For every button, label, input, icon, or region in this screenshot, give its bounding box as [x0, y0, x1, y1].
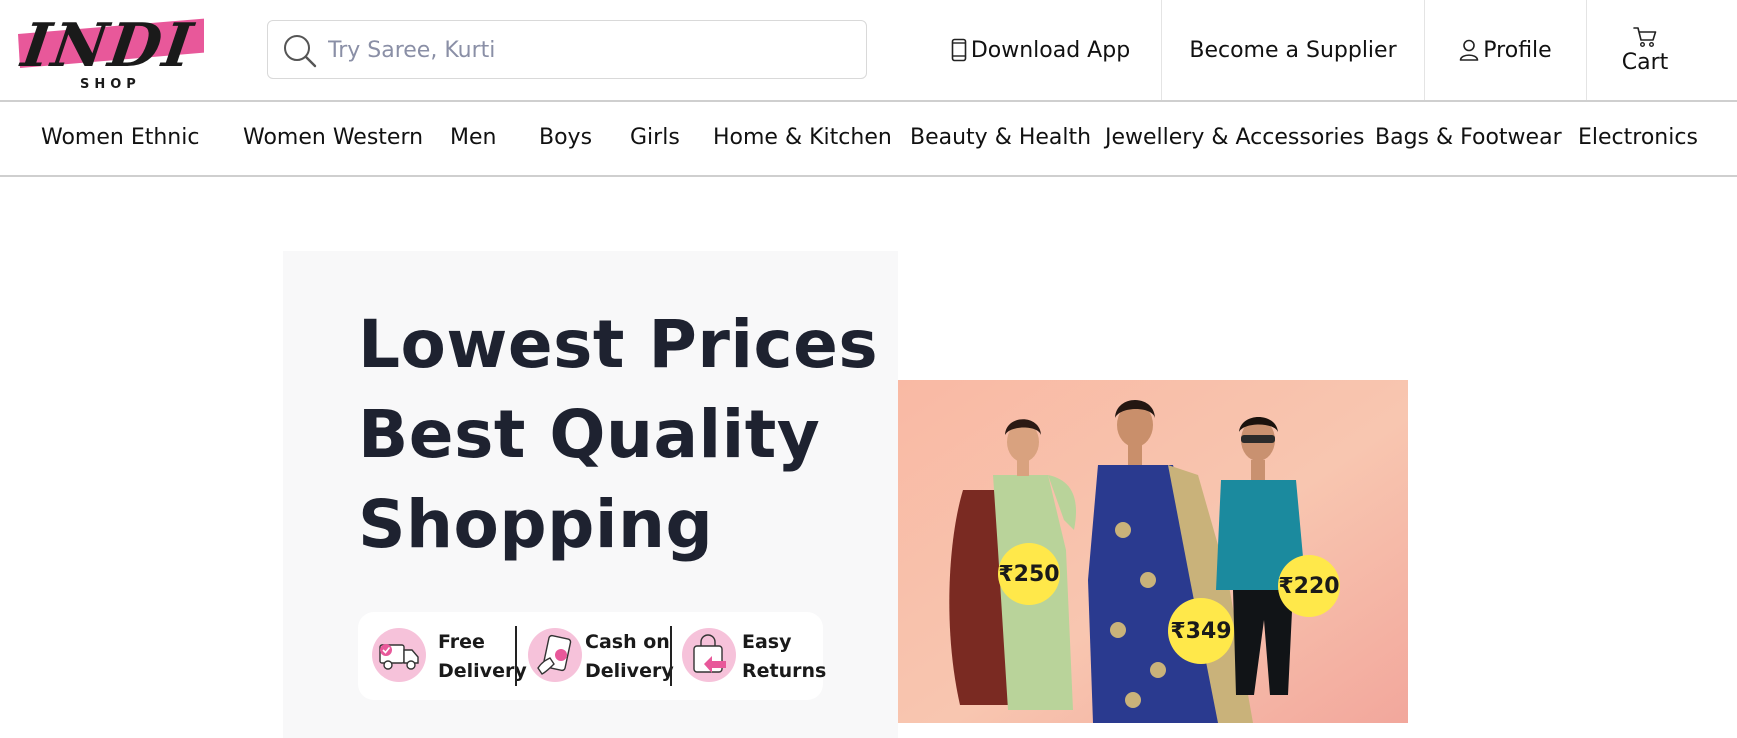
hero-banner-image[interactable]: ₹250 ₹349 ₹220: [898, 380, 1408, 723]
cash-hand-icon: [528, 628, 582, 682]
category-electronics[interactable]: Electronics: [1578, 125, 1698, 150]
feature-divider: [515, 626, 517, 686]
category-women-ethnic[interactable]: Women Ethnic: [41, 125, 199, 150]
search-box[interactable]: [267, 20, 867, 79]
category-home-kitchen[interactable]: Home & Kitchen: [713, 125, 892, 150]
become-supplier-label: Become a Supplier: [1189, 37, 1397, 63]
hero-headline-1: Lowest Prices: [358, 306, 879, 383]
search-input[interactable]: [328, 31, 848, 69]
brand-logo-sub: SHOP: [80, 77, 141, 92]
category-bags-footwear[interactable]: Bags & Footwear: [1375, 125, 1562, 150]
hero-headline-3: Shopping: [358, 486, 714, 563]
price-tag: ₹349: [1168, 598, 1234, 664]
feature-divider: [670, 626, 672, 686]
download-app-label: Download App: [970, 37, 1131, 63]
brand-logo[interactable]: INDI SHOP: [14, 6, 212, 92]
return-bag-icon: [682, 628, 736, 682]
cart-label: Cart: [1621, 49, 1669, 75]
brand-logo-wordmark: INDI: [15, 10, 198, 81]
category-jewellery-accessories[interactable]: Jewellery & Accessories: [1105, 125, 1364, 150]
hero-headline-2: Best Quality: [358, 396, 821, 473]
user-icon: [1459, 39, 1479, 61]
feature-easy-returns: Easy Returns: [742, 631, 827, 682]
profile-label: Profile: [1483, 37, 1552, 63]
category-beauty-health[interactable]: Beauty & Health: [910, 125, 1091, 150]
cart-icon: [1633, 26, 1657, 47]
category-girls[interactable]: Girls: [630, 125, 680, 150]
become-supplier-link[interactable]: Become a Supplier: [1162, 0, 1425, 100]
mobile-phone-icon: [951, 38, 967, 62]
price-tag: ₹250: [998, 543, 1060, 605]
header: INDI SHOP Download App Become a Supplier…: [0, 0, 1737, 102]
download-app-link[interactable]: Download App: [920, 0, 1162, 100]
search-icon: [284, 35, 317, 68]
category-nav: Women Ethnic Women Western Men Boys Girl…: [0, 103, 1737, 177]
feature-strip: Free Delivery Cash on Delivery Easy Retu…: [358, 612, 827, 700]
feature-cash-on-delivery: Cash on Delivery: [585, 631, 674, 682]
price-tag: ₹220: [1278, 555, 1340, 617]
cart-link[interactable]: Cart: [1587, 0, 1703, 100]
delivery-truck-icon: [372, 628, 426, 682]
category-men[interactable]: Men: [450, 125, 496, 150]
feature-free-delivery: Free Delivery: [438, 631, 527, 682]
profile-link[interactable]: Profile: [1425, 0, 1587, 100]
category-boys[interactable]: Boys: [539, 125, 592, 150]
category-women-western[interactable]: Women Western: [243, 125, 423, 150]
